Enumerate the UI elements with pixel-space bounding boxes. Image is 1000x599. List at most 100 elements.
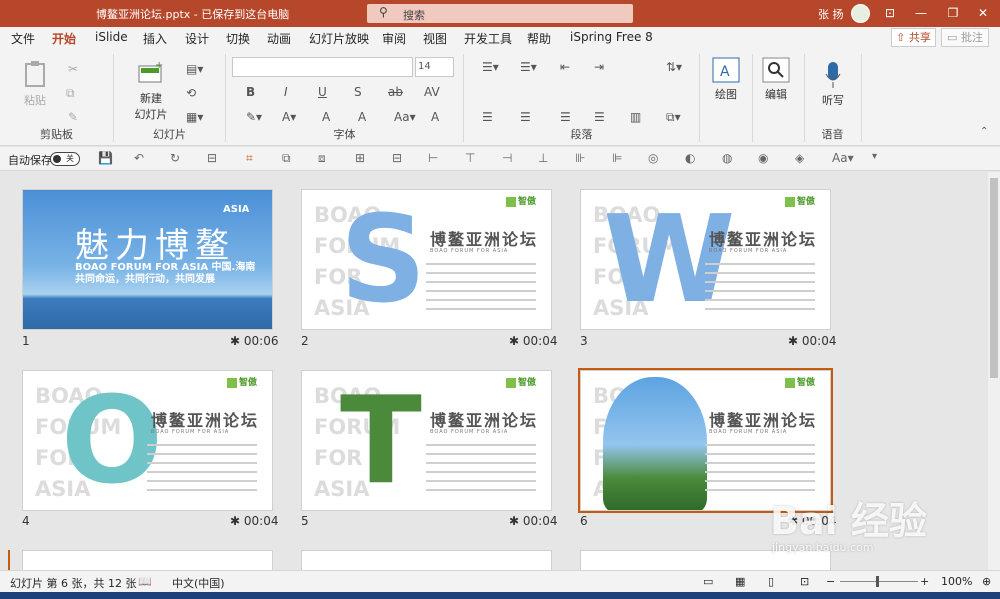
- zoom-slider[interactable]: [840, 581, 918, 582]
- zoom-in-icon[interactable]: +: [920, 575, 929, 588]
- text-case-icon[interactable]: Aa▾: [832, 151, 854, 165]
- reset-icon[interactable]: ⟲: [186, 86, 196, 100]
- tab-help[interactable]: 帮助: [527, 30, 551, 47]
- align-bottom-icon[interactable]: ⊥: [538, 151, 548, 165]
- reading-view-icon[interactable]: ▯: [768, 575, 774, 588]
- distribute-h-icon[interactable]: ⊪: [575, 151, 585, 165]
- bullets-icon[interactable]: ☰▾: [482, 60, 499, 74]
- font-name-input[interactable]: [232, 57, 413, 77]
- fragment-icon[interactable]: ◈: [795, 151, 804, 165]
- user-name[interactable]: 张 扬: [818, 6, 844, 22]
- tab-ispring[interactable]: iSpring Free 8: [570, 30, 653, 44]
- redo-icon[interactable]: ↻: [170, 151, 180, 165]
- customize-qat-icon[interactable]: ▾: [872, 151, 877, 162]
- cut-icon[interactable]: ✂: [68, 62, 78, 76]
- align-middle-icon[interactable]: ⊣: [502, 151, 512, 165]
- slide-thumbnail-2[interactable]: BOAO FORUM FOR ASIA S 智傲 博鳌亚洲论坛 BOAO FORUM …: [301, 189, 552, 330]
- normal-view-icon[interactable]: ▭: [703, 575, 713, 588]
- vertical-scrollbar[interactable]: [988, 172, 1000, 570]
- ribbon-display-icon[interactable]: ⊡: [875, 2, 905, 24]
- distribute-v-icon[interactable]: ⊫: [612, 151, 622, 165]
- slide-thumbnail-3[interactable]: BOAO FORUM FOR ASIA W 智傲 博鳌亚洲论坛 BOAO FORUM …: [580, 189, 831, 330]
- undo-icon[interactable]: ↶: [134, 151, 144, 165]
- change-case-icon[interactable]: Aa▾: [394, 110, 416, 124]
- justify-icon[interactable]: ☰: [594, 110, 605, 124]
- paste-button[interactable]: 粘贴: [18, 60, 52, 108]
- tab-transitions[interactable]: 切换: [226, 30, 250, 47]
- shadow-icon[interactable]: S: [354, 85, 362, 99]
- qat-tool-4-icon[interactable]: ⧈: [318, 151, 326, 166]
- drawing-button[interactable]: A 绘图: [707, 56, 745, 102]
- text-direction-icon[interactable]: ⇅▾: [666, 60, 682, 74]
- bold-icon[interactable]: B: [246, 85, 255, 99]
- minimize-button[interactable]: —: [906, 2, 936, 24]
- zoom-out-icon[interactable]: −: [826, 575, 835, 588]
- collapse-ribbon-icon[interactable]: ⌃: [980, 126, 988, 137]
- accessibility-icon[interactable]: 📖: [138, 575, 152, 588]
- scrollbar-thumb[interactable]: [990, 178, 998, 378]
- fit-to-window-icon[interactable]: ⊕: [982, 575, 991, 588]
- highlight-icon[interactable]: ✎▾: [246, 110, 262, 124]
- align-top-icon[interactable]: ⊤: [465, 151, 475, 165]
- tab-file[interactable]: 文件: [11, 30, 35, 47]
- save-icon[interactable]: 💾: [98, 151, 113, 165]
- editing-button[interactable]: 编辑: [757, 56, 795, 102]
- slide-thumbnail-8[interactable]: [301, 550, 552, 570]
- zoom-level[interactable]: 100%: [941, 575, 972, 588]
- font-size-input[interactable]: 14: [415, 57, 454, 77]
- tab-design[interactable]: 设计: [185, 30, 209, 47]
- qat-tool-3-icon[interactable]: ⧉: [282, 151, 291, 166]
- qat-tool-2-icon[interactable]: ⌗: [246, 151, 253, 166]
- indent-decrease-icon[interactable]: ⇤: [560, 60, 570, 74]
- columns-icon[interactable]: ▥: [630, 110, 641, 124]
- slideshow-view-icon[interactable]: ⊡: [800, 575, 809, 588]
- close-button[interactable]: ✕: [968, 2, 998, 24]
- align-left-icon[interactable]: ☰: [482, 110, 493, 124]
- tab-slideshow[interactable]: 幻灯片放映: [309, 30, 369, 47]
- align-right-obj-icon[interactable]: ⊢: [428, 151, 438, 165]
- indent-increase-icon[interactable]: ⇥: [594, 60, 604, 74]
- slide-thumbnail-1[interactable]: ASIA 魅力博鳌 BOAO FORUM FOR ASIA 中国.海南 共同命运…: [22, 189, 273, 330]
- zoom-slider-thumb[interactable]: [876, 576, 879, 587]
- numbering-icon[interactable]: ☰▾: [520, 60, 537, 74]
- autosave-toggle[interactable]: 关: [50, 152, 80, 166]
- copy-icon[interactable]: ⧉: [66, 86, 75, 101]
- dictate-button[interactable]: 听写: [814, 60, 852, 108]
- intersect-icon[interactable]: ◐: [685, 151, 695, 165]
- strikethrough-icon[interactable]: ab: [388, 85, 403, 99]
- language-label[interactable]: 中文(中国): [172, 575, 225, 591]
- avatar[interactable]: [851, 4, 870, 23]
- underline-icon[interactable]: U: [318, 85, 327, 99]
- tab-islide[interactable]: iSlide: [95, 30, 128, 44]
- search-box[interactable]: ⚲ 搜索: [367, 4, 633, 23]
- slide-thumbnail-4[interactable]: BOAO FORUM FOR ASIA O 智傲 博鳌亚洲论坛 BOAO FORUM …: [22, 370, 273, 511]
- new-slide-button[interactable]: + 新建 幻灯片: [126, 60, 176, 122]
- tab-review[interactable]: 审阅: [382, 30, 406, 47]
- align-right-icon[interactable]: ☰: [560, 110, 571, 124]
- tab-view[interactable]: 视图: [423, 30, 447, 47]
- grow-font-icon[interactable]: A: [322, 110, 330, 124]
- tab-home[interactable]: 开始: [52, 30, 77, 52]
- tab-insert[interactable]: 插入: [143, 30, 167, 47]
- italic-icon[interactable]: I: [284, 85, 288, 99]
- qat-tool-5-icon[interactable]: ⊞: [355, 151, 365, 165]
- tab-animations[interactable]: 动画: [267, 30, 291, 47]
- font-color-icon[interactable]: A▾: [282, 110, 296, 124]
- char-spacing-icon[interactable]: AV: [424, 85, 440, 99]
- combine-icon[interactable]: ◉: [758, 151, 768, 165]
- shrink-font-icon[interactable]: A: [358, 110, 366, 124]
- clear-format-icon[interactable]: A: [431, 110, 439, 124]
- slide-thumbnail-5[interactable]: BOAO FORUM FOR ASIA T 智傲 博鳌亚洲论坛 BOAO FORUM …: [301, 370, 552, 511]
- format-painter-icon[interactable]: ✎: [68, 110, 78, 124]
- slide-sorter-view-icon[interactable]: ▦: [735, 575, 745, 588]
- qat-tool-1-icon[interactable]: ⊟: [207, 151, 217, 165]
- align-center-icon[interactable]: ☰: [520, 110, 531, 124]
- share-button[interactable]: ⇧ 共享: [891, 28, 936, 47]
- smartart-icon[interactable]: ⧉▾: [666, 110, 681, 125]
- tab-developer[interactable]: 开发工具: [464, 30, 512, 47]
- restore-button[interactable]: ❐: [938, 2, 968, 24]
- union-icon[interactable]: ◍: [722, 151, 732, 165]
- layout-icon[interactable]: ▤▾: [186, 62, 203, 76]
- align-center-h-icon[interactable]: ⊟: [392, 151, 402, 165]
- slide-thumbnail-7[interactable]: [22, 550, 273, 570]
